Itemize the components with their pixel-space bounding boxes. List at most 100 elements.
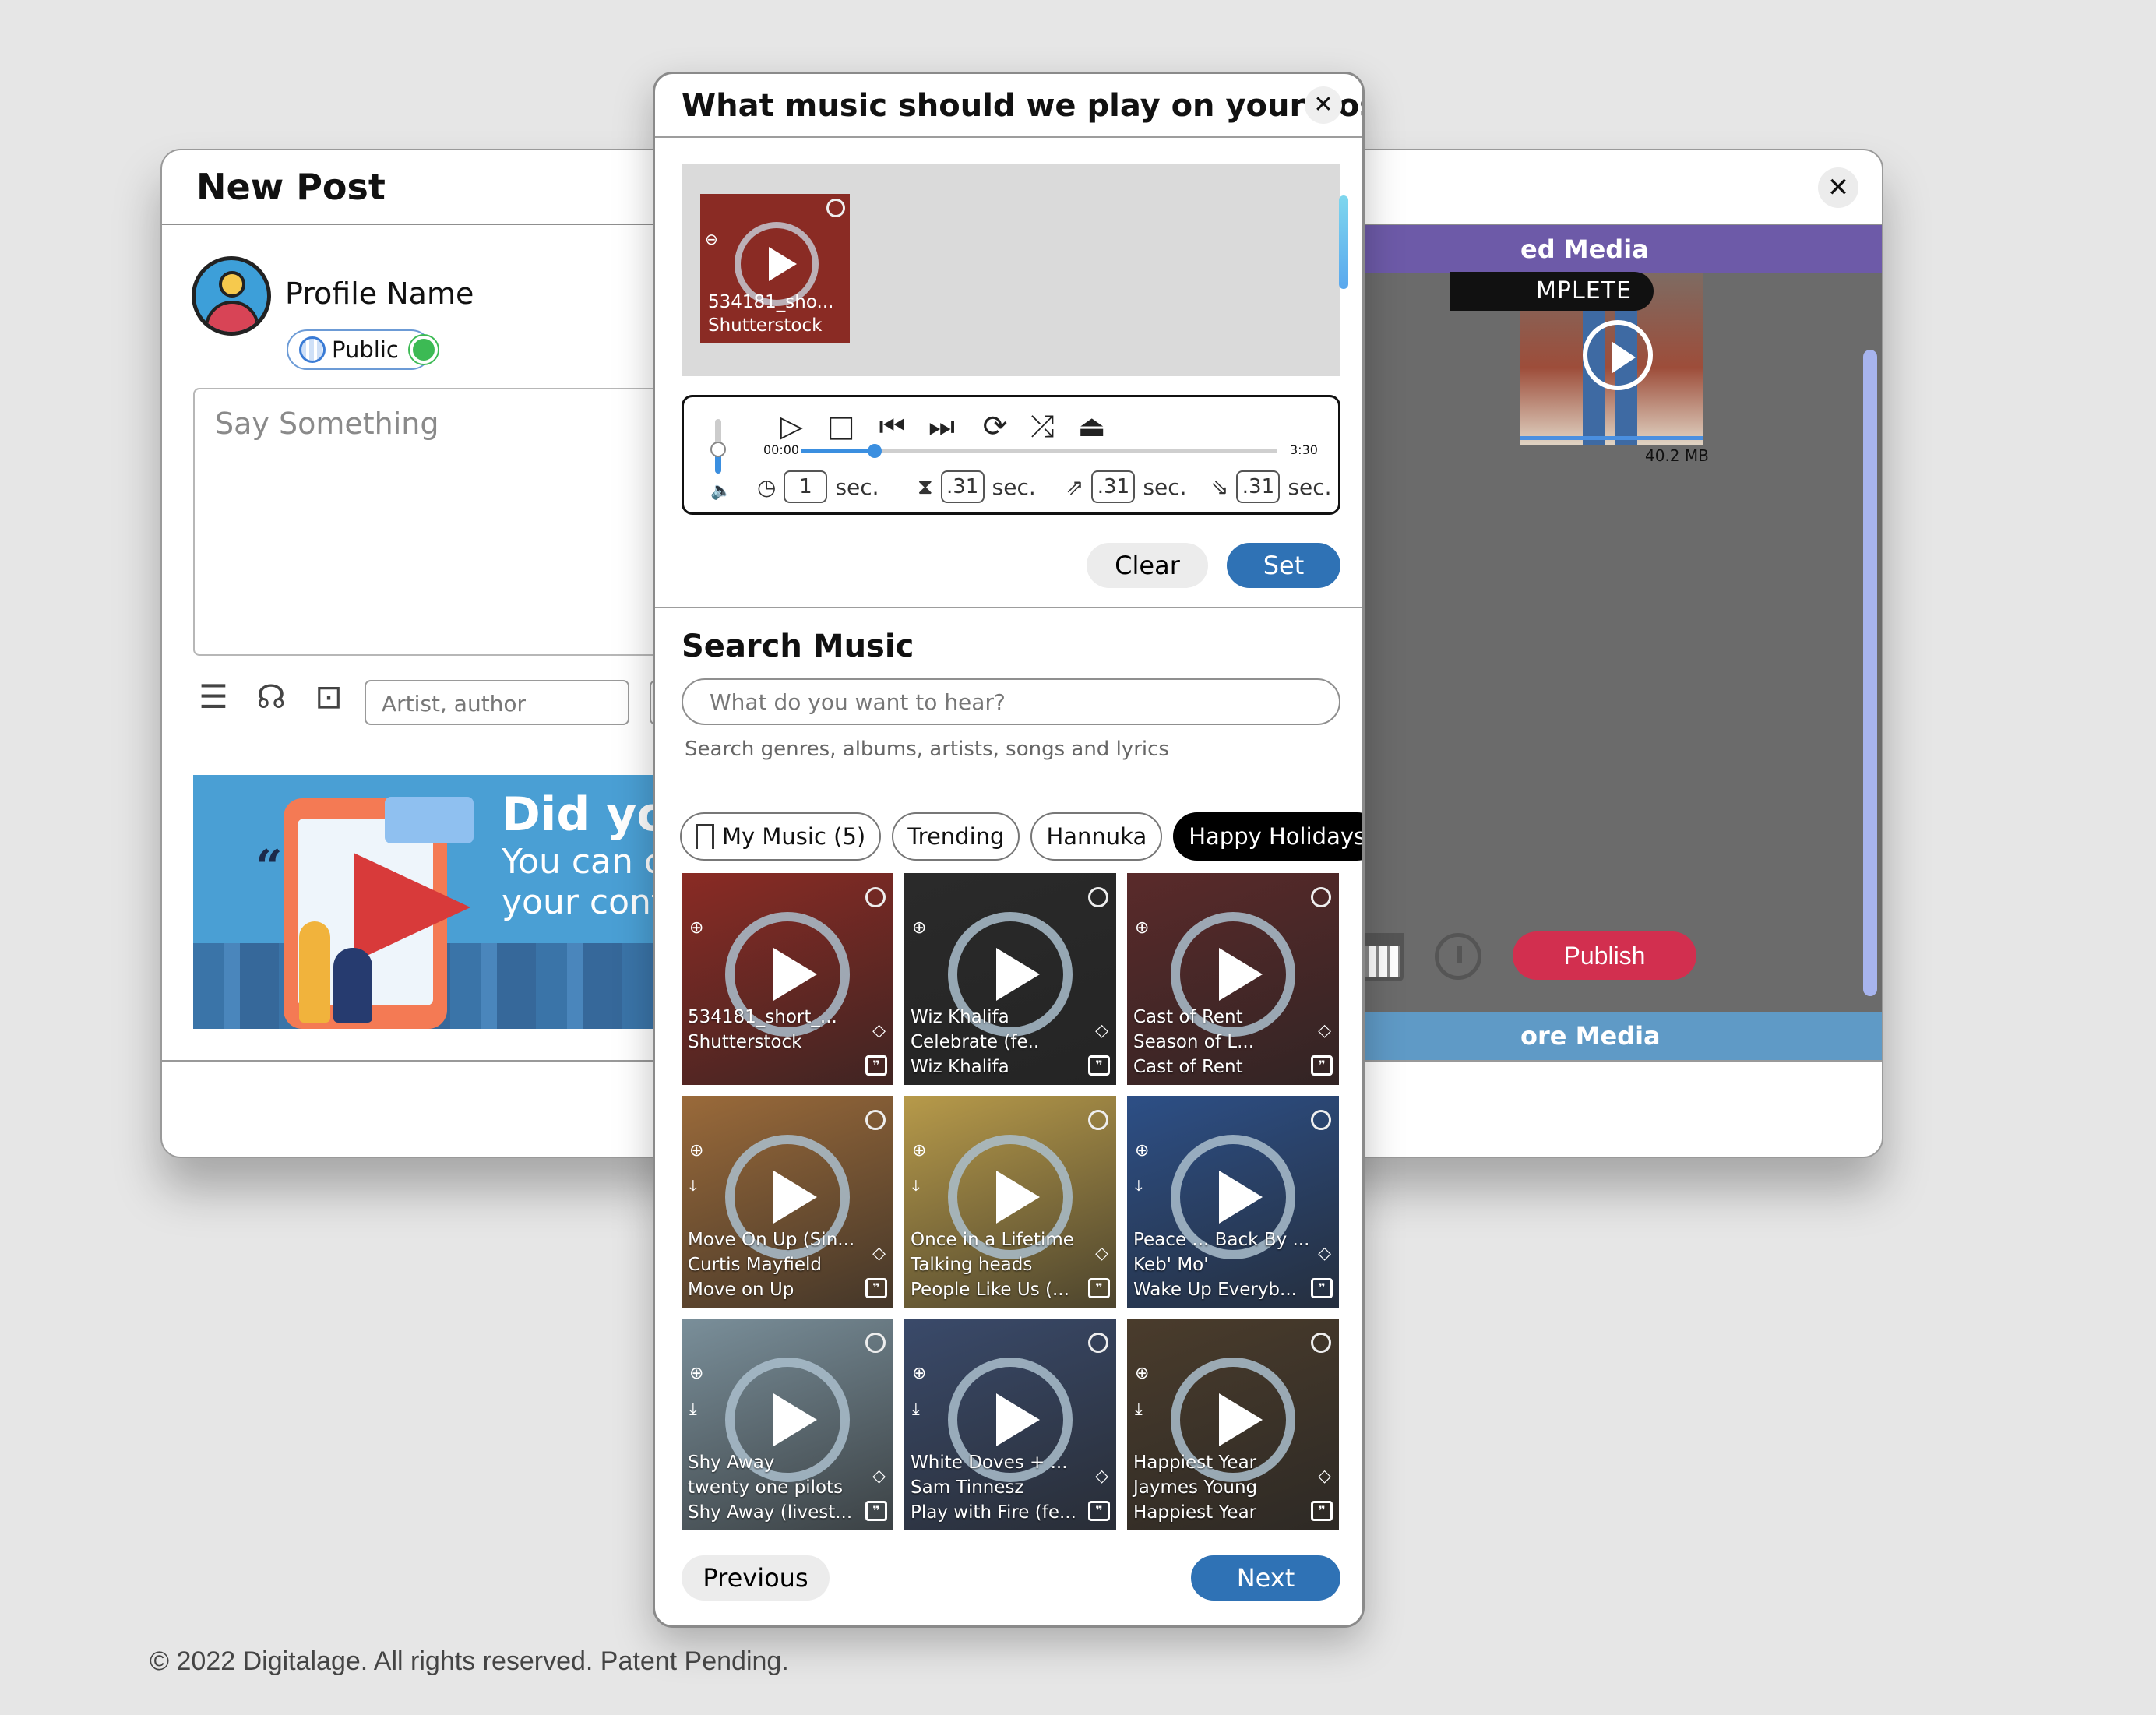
tag-icon[interactable]: ◇ — [1318, 1021, 1331, 1041]
track-tile[interactable]: ⊕ ⤓ ◇ ❞ Peace ... Back By ... Keb' Mo' Wake Up… — [1127, 1096, 1339, 1308]
download-icon[interactable]: ⤓ — [689, 1400, 697, 1419]
add-icon[interactable]: ⊕ — [1135, 1141, 1149, 1160]
timer-icon[interactable] — [1435, 933, 1481, 980]
selected-track-artist: Shutterstock — [708, 315, 823, 336]
tag-icon[interactable]: ◇ — [1095, 1244, 1108, 1263]
timing-value-input[interactable]: 1 — [784, 470, 828, 503]
track-title: Peace ... Back By ... — [1133, 1230, 1310, 1250]
speaker-icon[interactable]: 🔈 — [710, 481, 731, 501]
scrollbar[interactable] — [1339, 195, 1348, 289]
tag-icon[interactable]: ◇ — [1095, 1021, 1108, 1041]
set-button[interactable]: Set — [1227, 543, 1340, 588]
volume-handle[interactable] — [710, 441, 726, 457]
category-chip[interactable]: Hannuka — [1030, 812, 1163, 861]
chip-label: My Music (5) — [722, 823, 866, 850]
tag-icon[interactable]: ◇ — [872, 1021, 886, 1041]
timing-value-input[interactable]: .31 — [1091, 470, 1136, 503]
lyrics-icon[interactable]: ❞ — [1088, 1055, 1110, 1076]
add-icon[interactable]: ⊕ — [1135, 1364, 1149, 1383]
track-tile[interactable]: ⊕ ◇ ❞ 534181_short_... Shutterstock — [682, 873, 893, 1085]
globe-icon — [299, 336, 326, 363]
download-icon[interactable]: ⤓ — [1135, 1400, 1143, 1419]
scrollbar[interactable] — [1863, 350, 1877, 996]
add-icon[interactable]: ⊕ — [912, 1364, 926, 1383]
lyrics-icon[interactable]: ❞ — [1088, 1501, 1110, 1521]
time-end: 3:30 — [1290, 442, 1318, 457]
track-tile[interactable]: ⊕ ⤓ ◇ ❞ Shy Away twenty one pilots Shy Away (l… — [682, 1319, 893, 1530]
more-media-button[interactable]: ore Media — [1365, 1012, 1882, 1060]
track-tile[interactable]: ⊕ ⤓ ◇ ❞ Happiest Year Jaymes Young Happiest Ye… — [1127, 1319, 1339, 1530]
eject-icon[interactable]: ⏏ — [1069, 407, 1115, 445]
divider — [655, 607, 1362, 608]
add-icon[interactable]: ⊕ — [689, 1141, 703, 1160]
track-tile[interactable]: ⊕ ⤓ ◇ ❞ White Doves + ... Sam Tinnesz Play wit… — [904, 1319, 1116, 1530]
tag-icon[interactable]: ◇ — [1318, 1467, 1331, 1486]
quote-mark: “ — [255, 840, 283, 895]
hourglass-icon: ⧗ — [918, 474, 933, 499]
add-icon[interactable]: ⊕ — [912, 1141, 926, 1160]
lyrics-icon[interactable]: ❞ — [1311, 1278, 1333, 1298]
track-grid: ⊕ ◇ ❞ 534181_short_... Shutterstock ⊕ ◇ ❞ Wiz Kh… — [682, 873, 1340, 1530]
shuffle-icon[interactable]: ⤮ — [1019, 407, 1066, 445]
lyrics-icon[interactable]: ❞ — [1311, 1501, 1333, 1521]
close-icon[interactable]: ✕ — [1818, 167, 1858, 208]
lyrics-icon[interactable]: ❞ — [865, 1055, 887, 1076]
search-input[interactable] — [682, 678, 1340, 725]
banner-line-2: You can c — [502, 842, 664, 882]
track-tile[interactable]: ⊕ ⤓ ◇ ❞ Once in a Lifetime Talking heads Peopl… — [904, 1096, 1116, 1308]
track-album: Wake Up Everyb... — [1133, 1280, 1297, 1300]
previous-button[interactable]: Previous — [682, 1555, 830, 1601]
play-icon[interactable] — [1583, 320, 1653, 390]
add-icon[interactable]: ⊕ — [912, 918, 926, 938]
tag-icon[interactable]: ◇ — [1318, 1244, 1331, 1263]
timing-value-input[interactable]: .31 — [1236, 470, 1281, 503]
repeat-icon[interactable]: ⟳ — [972, 407, 1019, 445]
lyrics-icon[interactable]: ❞ — [865, 1501, 887, 1521]
add-icon[interactable]: ⊕ — [1135, 918, 1149, 938]
add-icon[interactable]: ⊕ — [689, 918, 703, 938]
close-icon[interactable]: ✕ — [1305, 86, 1342, 124]
record-icon — [865, 887, 886, 907]
clear-button[interactable]: Clear — [1087, 543, 1208, 588]
time-start: 00:00 — [763, 442, 800, 457]
voice-icon[interactable]: ☊ — [251, 677, 291, 717]
previous-icon[interactable]: ⏮ — [869, 407, 916, 445]
next-track-icon[interactable]: ⏭ — [918, 407, 965, 445]
play-icon[interactable]: ▷ — [768, 407, 815, 445]
category-chip[interactable]: My Music (5) — [680, 812, 882, 861]
download-icon[interactable]: ⤓ — [912, 1400, 920, 1419]
publish-button[interactable]: Publish — [1513, 931, 1696, 980]
lyrics-icon[interactable]: ❞ — [1088, 1278, 1110, 1298]
lyrics-icon[interactable]: ❞ — [865, 1278, 887, 1298]
privacy-selector[interactable]: Public — [287, 329, 438, 370]
record-icon — [1088, 1110, 1108, 1130]
lyrics-icon[interactable]: ❞ — [1311, 1055, 1333, 1076]
timing-value-input[interactable]: .31 — [940, 470, 985, 503]
remove-icon[interactable]: ⊖ — [705, 230, 718, 248]
playlist-icon[interactable]: ☰ — [193, 677, 234, 717]
tag-icon[interactable]: ◇ — [872, 1244, 886, 1263]
track-tile[interactable]: ⊕ ⤓ ◇ ❞ Move On Up (Sin... Curtis Mayfield Mov… — [682, 1096, 893, 1308]
search-music-title: Search Music — [682, 629, 914, 664]
timing-param: ◷ 1 sec. — [757, 470, 879, 503]
category-chip[interactable]: Trending — [892, 812, 1020, 861]
stop-icon[interactable]: □ — [818, 407, 865, 445]
timing-param: ⧗ .31 sec. — [918, 470, 1036, 503]
lock-icon[interactable]: ⊡ — [308, 677, 349, 717]
download-icon[interactable]: ⤓ — [689, 1177, 697, 1196]
download-icon[interactable]: ⤓ — [1135, 1177, 1143, 1196]
modal-header: What music should we play on your post? … — [655, 74, 1362, 138]
record-icon — [1311, 1333, 1331, 1353]
category-chip[interactable]: Happy Holidays — [1173, 812, 1362, 861]
tag-icon[interactable]: ◇ — [872, 1467, 886, 1486]
track-tile[interactable]: ⊕ ◇ ❞ Cast of Rent Season of L... Cast of Ren… — [1127, 873, 1339, 1085]
selected-track[interactable]: ⊖ 534181_sho... Shutterstock — [700, 194, 850, 343]
track-title: Shy Away — [688, 1453, 775, 1473]
artist-input[interactable]: Artist, author — [365, 680, 629, 725]
tag-icon[interactable]: ◇ — [1095, 1467, 1108, 1486]
download-icon[interactable]: ⤓ — [912, 1177, 920, 1196]
seek-handle[interactable] — [867, 444, 882, 458]
track-tile[interactable]: ⊕ ◇ ❞ Wiz Khalifa Celebrate (fe.. Wiz Khalifa — [904, 873, 1116, 1085]
add-icon[interactable]: ⊕ — [689, 1364, 703, 1383]
next-button[interactable]: Next — [1191, 1555, 1340, 1601]
